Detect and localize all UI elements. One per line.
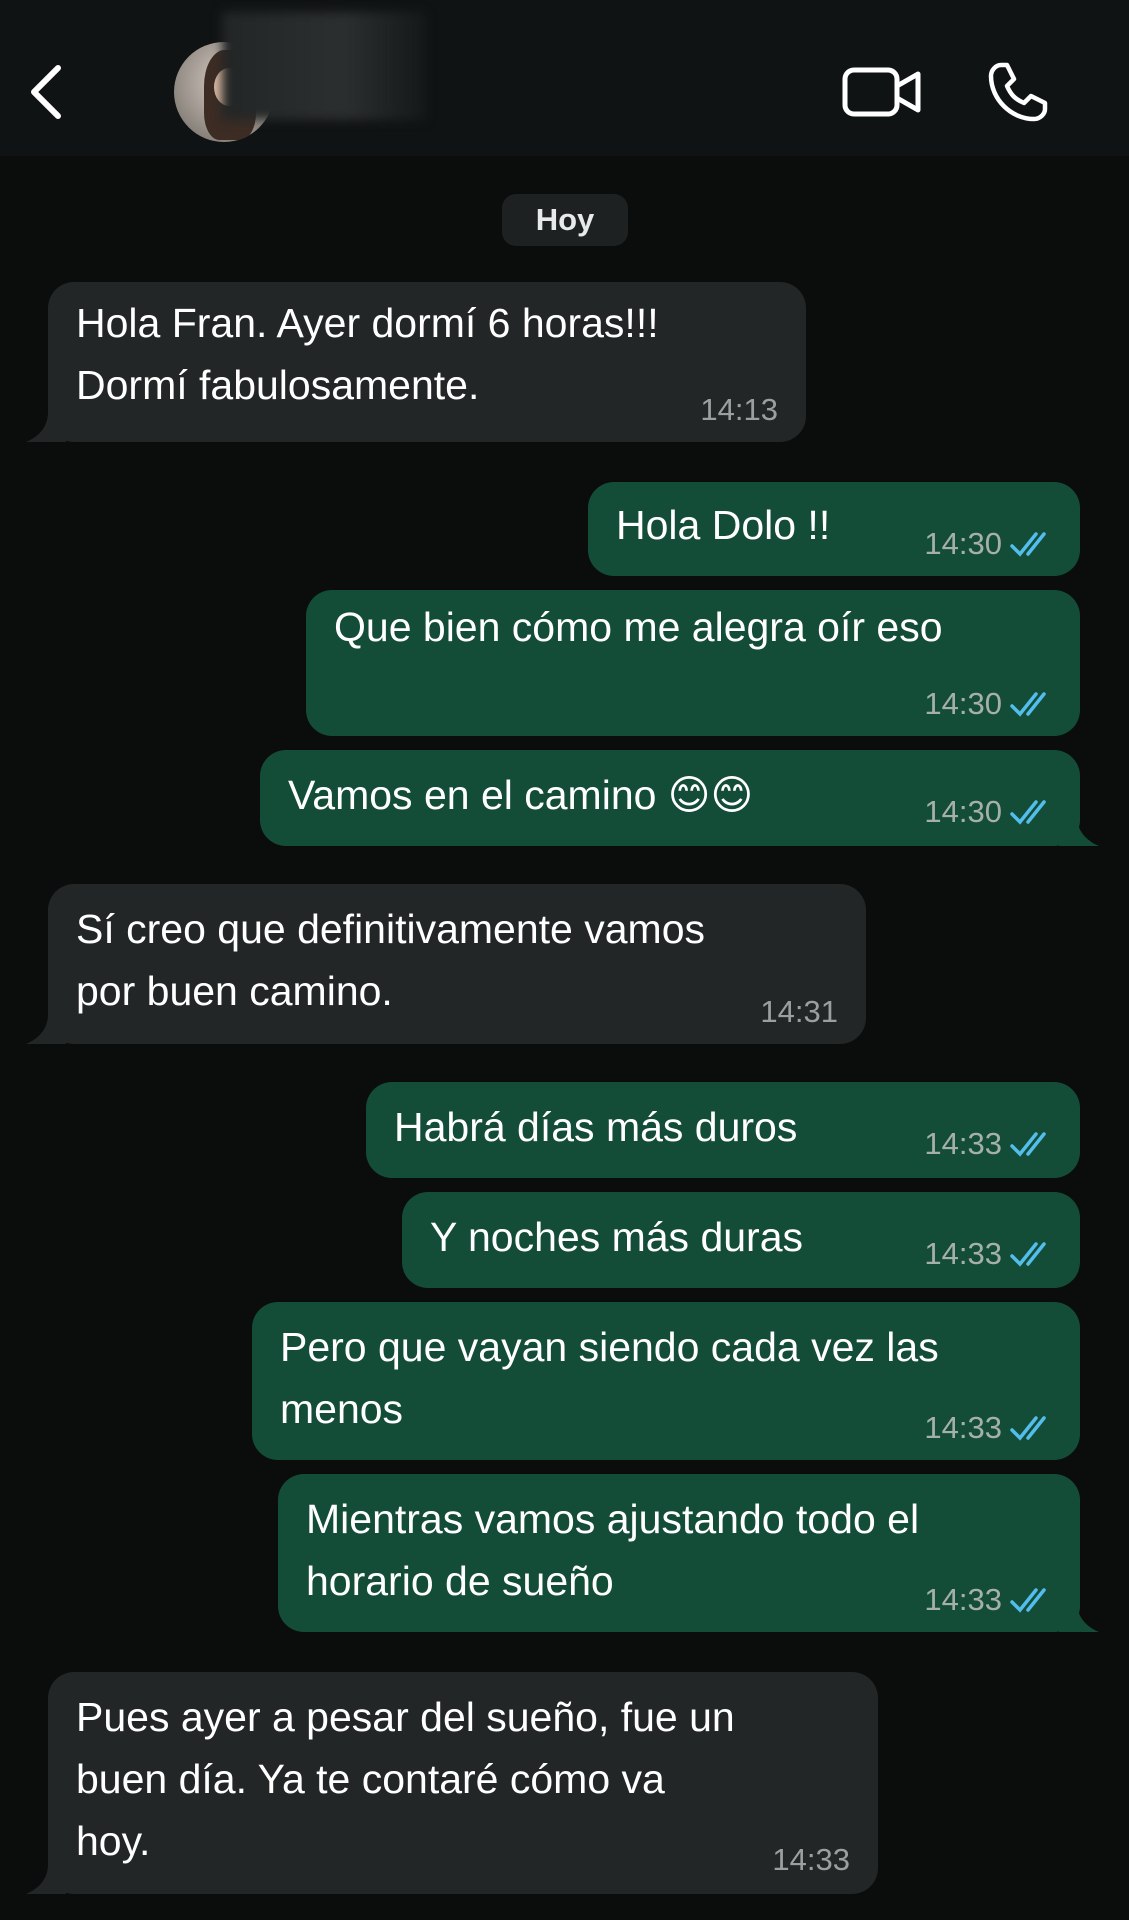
message-text: Que bien cómo me alegra oír eso [334,604,943,650]
chevron-left-icon [31,65,61,119]
message-bubble-outgoing[interactable]: Y noches más duras 14:33 [402,1192,1080,1288]
message-meta: 14:33 [924,1582,1054,1618]
message-time: 14:30 [924,526,1002,561]
back-button[interactable] [14,56,78,128]
message-bubble-incoming[interactable]: Sí creo que definitivamente vamos por bu… [48,884,866,1044]
bubble-tail [1059,816,1099,846]
double-check-icon [1010,1588,1046,1613]
message-bubble-outgoing[interactable]: Vamos en el camino 😊😊 14:30 [260,750,1080,846]
message-meta: 14:33 [924,1236,1054,1272]
voice-call-button[interactable] [982,56,1054,128]
chat-header [0,0,1129,156]
message-meta: 14:33 [924,1410,1054,1446]
message-time: 14:33 [924,1126,1002,1161]
message-bubble-outgoing[interactable]: Pero que vayan siendo cada vez las menos… [252,1302,1080,1460]
message-text: Vamos en el camino 😊😊 [288,772,754,818]
message-bubble-outgoing[interactable]: Mientras vamos ajustando todo el horario… [278,1474,1080,1632]
message-time: 14:33 [924,1582,1002,1617]
message-bubble-outgoing[interactable]: Que bien cómo me alegra oír eso 14:30 [306,590,1080,736]
message-bubble-incoming[interactable]: Pues ayer a pesar del sueño, fue un buen… [48,1672,878,1894]
message-meta: 14:30 [924,686,1054,722]
video-call-button[interactable] [840,62,924,122]
bubble-tail [1059,1602,1099,1632]
message-time: 14:30 [924,686,1002,721]
message-bubble-incoming[interactable]: Hola Fran. Ayer dormí 6 horas!!! Dormí f… [48,282,806,442]
contact-name[interactable] [222,12,426,120]
message-time: 14:30 [924,794,1002,829]
message-time: 14:33 [924,1236,1002,1271]
double-check-icon [1010,1132,1046,1157]
message-meta: 14:33 [924,1126,1054,1162]
double-check-icon [1010,1416,1046,1441]
bubble-tail [26,1864,66,1894]
double-check-icon [1010,1242,1046,1267]
message-text: Mientras vamos ajustando todo el horario… [306,1496,920,1604]
double-check-icon [1010,532,1046,557]
message-meta: 14:30 [924,794,1054,830]
double-check-icon [1010,692,1046,717]
message-text: Hola Fran. Ayer dormí 6 horas!!! Dormí f… [76,300,659,408]
message-text: Pero que vayan siendo cada vez las menos [280,1324,939,1432]
message-text: Habrá días más duros [394,1104,798,1150]
date-divider: Hoy [502,194,628,246]
bubble-tail [26,412,66,442]
message-time: 14:31 [760,994,838,1029]
double-check-icon [1010,800,1046,825]
video-camera-icon [842,67,921,117]
message-bubble-outgoing[interactable]: Habrá días más duros 14:33 [366,1082,1080,1178]
phone-icon [988,62,1048,122]
message-time: 14:33 [924,1410,1002,1445]
message-text: Y noches más duras [430,1214,804,1260]
message-time: 14:33 [772,1842,850,1877]
message-text: Pues ayer a pesar del sueño, fue un buen… [76,1694,735,1864]
bubble-tail [26,1014,66,1044]
message-text: Hola Dolo !! [616,502,831,548]
message-text: Sí creo que definitivamente vamos por bu… [76,906,705,1014]
message-time: 14:13 [700,392,778,427]
message-meta: 14:30 [924,526,1054,562]
message-bubble-outgoing[interactable]: Hola Dolo !! 14:30 [588,482,1080,576]
